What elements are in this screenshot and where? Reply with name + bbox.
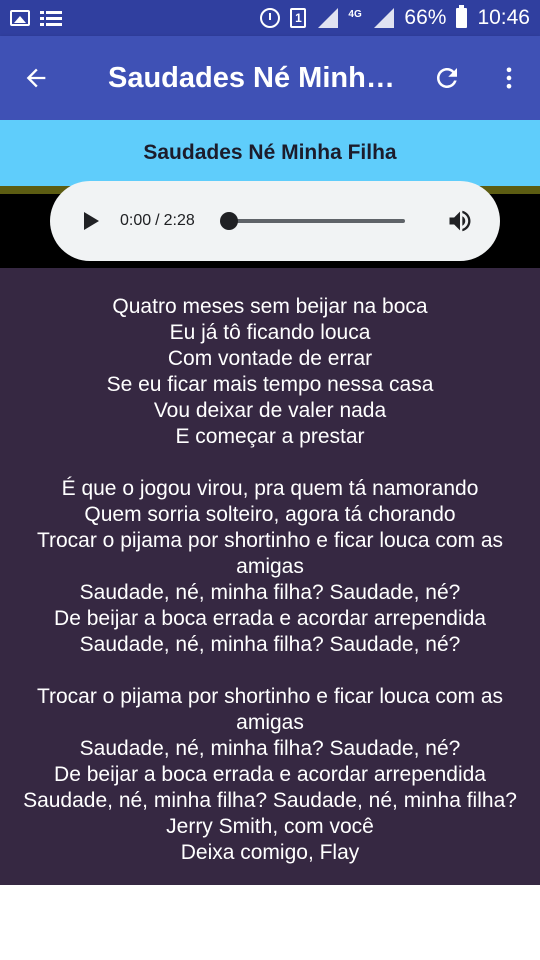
- duration: 2:28: [163, 212, 195, 229]
- lyrics-panel: Quatro meses sem beijar na boca Eu já tô…: [0, 268, 540, 885]
- refresh-button[interactable]: [416, 36, 478, 120]
- audio-player: 0:00/2:28: [50, 181, 500, 261]
- lyric-line: Eu já tô ficando louca: [169, 321, 371, 344]
- refresh-icon: [437, 68, 457, 88]
- volume-icon: [449, 210, 471, 232]
- status-bar-right: 1 4G 66% 10:46: [260, 5, 530, 30]
- lyric-line: Deixa comigo, Flay: [180, 841, 360, 864]
- lyric-line: Trocar o pijama por shortinho e ficar lo…: [36, 529, 504, 578]
- time-separator: /: [155, 212, 160, 229]
- lyric-line: Com vontade de errar: [167, 347, 373, 370]
- image-icon: [10, 10, 30, 26]
- back-button[interactable]: [0, 36, 72, 120]
- lyric-line: Saudade, né, minha filha? Saudade, né?: [79, 633, 461, 656]
- seek-bar[interactable]: [219, 212, 405, 230]
- lyric-line: E começar a prestar: [175, 425, 365, 448]
- signal-icon: [316, 8, 339, 28]
- lyric-line: Trocar o pijama por shortinho e ficar lo…: [36, 685, 504, 734]
- lyric-line: Saudade, né, minha filha? Saudade, né, m…: [23, 789, 517, 812]
- current-time: 0:00: [120, 212, 152, 229]
- lyric-line: Quatro meses sem beijar na boca: [112, 295, 428, 318]
- list-icon: [40, 10, 62, 26]
- overflow-menu-button[interactable]: [478, 36, 540, 120]
- app-bar: Saudades Né Minha...: [0, 36, 540, 120]
- more-vert-icon: [506, 67, 512, 89]
- battery-percent: 66%: [404, 6, 447, 29]
- song-title-header: Saudades Né Minha Filha: [0, 120, 540, 186]
- lyric-line: Jerry Smith, com você: [166, 815, 374, 838]
- playback-time: 0:00/2:28: [120, 212, 195, 230]
- clock: 10:46: [477, 6, 530, 29]
- lyric-line: Se eu ficar mais tempo nessa casa: [106, 373, 434, 396]
- song-title: Saudades Né Minha Filha: [143, 141, 397, 164]
- volume-button[interactable]: [446, 207, 474, 235]
- lyric-line: Saudade, né, minha filha? Saudade, né?: [79, 737, 461, 760]
- lyric-line: Vou deixar de valer nada: [153, 399, 387, 422]
- seek-thumb[interactable]: [219, 212, 238, 230]
- status-bar: 1 4G 66% 10:46: [0, 0, 540, 36]
- lyric-line: De beijar a boca errada e acordar arrepe…: [54, 763, 486, 786]
- network-type-label: 4G: [348, 9, 362, 20]
- page-title: Saudades Né Minha...: [108, 61, 407, 94]
- lyrics-stanza-2: É que o jogou virou, pra quem tá namoran…: [0, 476, 540, 658]
- bottom-blank-area: [0, 885, 540, 960]
- status-bar-left: [10, 10, 62, 26]
- sim-icon: 1: [290, 8, 307, 28]
- alarm-icon: [260, 8, 281, 28]
- lyrics-stanza-3: Trocar o pijama por shortinho e ficar lo…: [0, 684, 540, 866]
- lyric-line: Quem sorria solteiro, agora tá chorando: [84, 503, 456, 526]
- lyric-line: De beijar a boca errada e acordar arrepe…: [54, 607, 486, 630]
- play-icon: [84, 212, 99, 230]
- battery-icon: [456, 5, 468, 28]
- lyric-line: É que o jogou virou, pra quem tá namoran…: [61, 477, 479, 500]
- lyric-line: Saudade, né, minha filha? Saudade, né?: [79, 581, 461, 604]
- signal-strength-icon: [372, 8, 395, 28]
- lyrics-stanza-1: Quatro meses sem beijar na boca Eu já tô…: [0, 294, 540, 450]
- arrow-back-icon: [26, 68, 46, 88]
- play-button[interactable]: [80, 210, 102, 232]
